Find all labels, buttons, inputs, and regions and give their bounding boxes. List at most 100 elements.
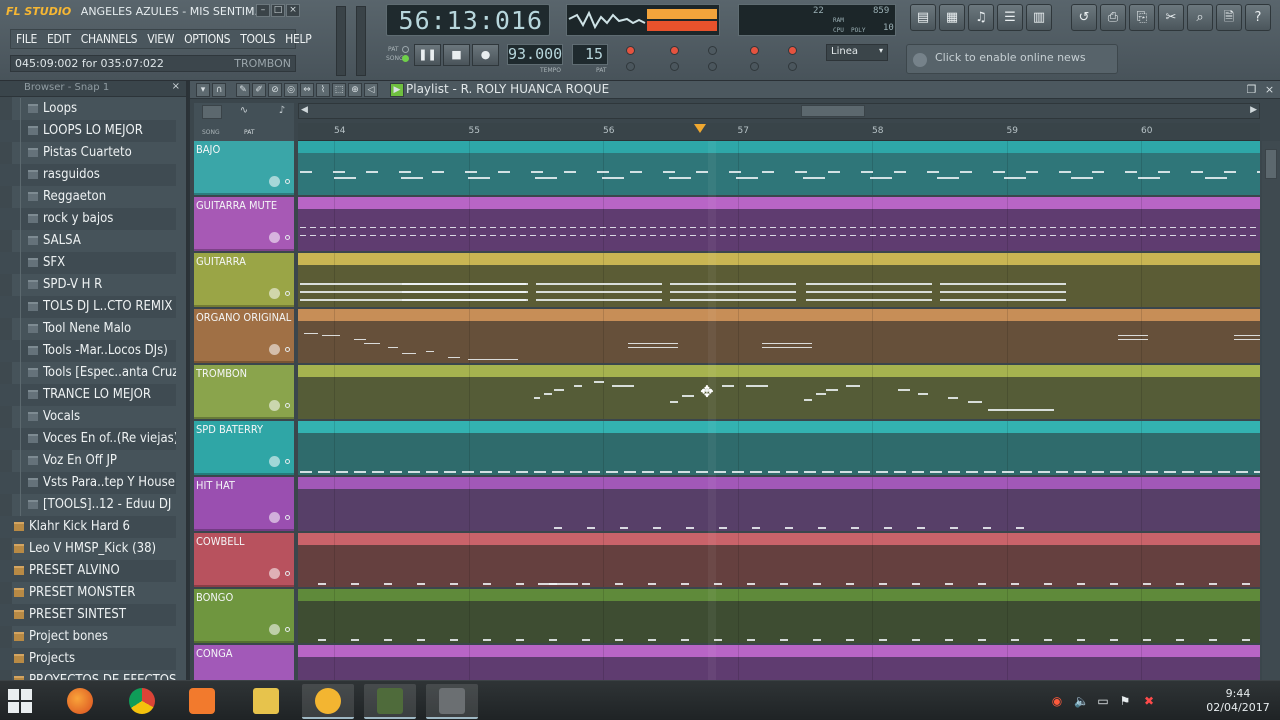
- slice-tool-icon[interactable]: ⌇: [316, 83, 330, 97]
- pattern-clip-header[interactable]: [298, 309, 1260, 321]
- app-taskbar-button-3[interactable]: [426, 684, 478, 719]
- browser-item[interactable]: SALSA: [0, 230, 176, 252]
- pattern-clip-header[interactable]: [298, 589, 1260, 601]
- start-button[interactable]: [8, 689, 32, 713]
- track-enable-icon[interactable]: [285, 291, 290, 296]
- track-enable-icon[interactable]: [285, 347, 290, 352]
- typing-keyboard-led[interactable]: [626, 62, 635, 71]
- pattern-clip-header[interactable]: [298, 197, 1260, 209]
- flag-icon[interactable]: ⚑: [1118, 694, 1132, 708]
- record-tray-icon[interactable]: ◉: [1050, 694, 1064, 708]
- chrome-taskbar-button[interactable]: [116, 684, 168, 719]
- search-icon[interactable]: ⌕: [1187, 4, 1213, 31]
- pattern-clip-header[interactable]: [298, 141, 1260, 153]
- help-icon[interactable]: ?: [1245, 4, 1271, 31]
- browser-item[interactable]: rasguidos: [0, 164, 176, 186]
- pattern-clip-header[interactable]: [298, 645, 1260, 657]
- browser-icon[interactable]: ☰: [997, 4, 1023, 31]
- browser-item[interactable]: Voz En Off JP: [0, 450, 176, 472]
- firefox-taskbar-button[interactable]: [54, 684, 106, 719]
- playhead-marker-icon[interactable]: [694, 124, 706, 133]
- loop-record-led[interactable]: [670, 62, 679, 71]
- alert-icon[interactable]: ✖: [1142, 694, 1156, 708]
- pause-button[interactable]: ❚❚: [414, 44, 441, 66]
- browser-item[interactable]: Projects: [0, 648, 176, 670]
- browser-item[interactable]: PRESET ALVINO: [0, 560, 176, 582]
- track-enable-icon[interactable]: [285, 571, 290, 576]
- track-enable-icon[interactable]: [285, 459, 290, 464]
- pattern-clip-header[interactable]: [298, 253, 1260, 265]
- piano-roll-icon[interactable]: ♫: [968, 4, 994, 31]
- pattern-clip-body[interactable]: [298, 489, 1260, 531]
- magnet-icon[interactable]: ∩: [212, 83, 226, 97]
- master-pitch-slider[interactable]: [356, 6, 366, 76]
- fl-studio-taskbar-button[interactable]: [302, 684, 354, 719]
- menu-tools[interactable]: TOOLS: [235, 30, 280, 48]
- menu-view[interactable]: VIEW: [142, 30, 179, 48]
- playlist-view-icon[interactable]: [202, 105, 222, 119]
- save-icon[interactable]: ⎙: [1100, 4, 1126, 31]
- track-header[interactable]: GUITARRA: [194, 253, 294, 307]
- browser-item[interactable]: Reggaeton: [0, 186, 176, 208]
- pattern-clip-body[interactable]: [298, 433, 1260, 475]
- browser-item[interactable]: Tools [Espec..anta Cruz: [0, 362, 176, 384]
- master-volume-slider[interactable]: [336, 6, 346, 76]
- delete-tool-icon[interactable]: ⊘: [268, 83, 282, 97]
- minimize-button[interactable]: –: [256, 4, 270, 17]
- browser-item[interactable]: Pistas Cuarteto: [0, 142, 176, 164]
- browser-item[interactable]: [TOOLS]..12 - Eduu DJ: [0, 494, 176, 516]
- close-icon[interactable]: ×: [1262, 82, 1277, 97]
- track-header[interactable]: SPD BATERRY: [194, 421, 294, 475]
- pattern-clip-header[interactable]: [298, 477, 1260, 489]
- browser-item[interactable]: Leo V HMSP_Kick (38): [0, 538, 176, 560]
- mute-tool-icon[interactable]: ◎: [284, 83, 298, 97]
- browser-item[interactable]: PROYECTOS DE EFECTOS: [0, 670, 176, 680]
- pattern-clip-body[interactable]: [298, 545, 1260, 587]
- pattern-clip-body[interactable]: [298, 601, 1260, 643]
- step-edit-led[interactable]: [750, 46, 759, 55]
- track-enable-icon[interactable]: [285, 235, 290, 240]
- track-enable-icon[interactable]: [285, 179, 290, 184]
- pattern-clip-header[interactable]: [298, 533, 1260, 545]
- scroll-left-icon[interactable]: ◀: [301, 105, 308, 115]
- track-header[interactable]: ORGANO ORIGINAL: [194, 309, 294, 363]
- menu-channels[interactable]: CHANNELS: [76, 30, 142, 48]
- playback-tool-icon[interactable]: ◁: [364, 83, 378, 97]
- track-enable-icon[interactable]: [285, 515, 290, 520]
- restore-button[interactable]: □: [271, 4, 285, 17]
- browser-item[interactable]: Project bones: [0, 626, 176, 648]
- scroll-led[interactable]: [708, 62, 717, 71]
- track-lane[interactable]: [298, 309, 1260, 363]
- stop-button[interactable]: ■: [443, 44, 470, 66]
- menu-file[interactable]: FILE: [11, 30, 42, 48]
- paint-tool-icon[interactable]: ✐: [252, 83, 266, 97]
- browser-item[interactable]: Tool Nene Malo: [0, 318, 176, 340]
- browser-item[interactable]: SPD-V H R: [0, 274, 176, 296]
- volume-icon[interactable]: 🔈: [1074, 694, 1089, 708]
- song-position-display[interactable]: 56:13:016: [386, 4, 550, 36]
- menu-edit[interactable]: EDIT: [42, 30, 76, 48]
- track-lane[interactable]: [298, 197, 1260, 251]
- zoom-tool-icon[interactable]: ⊕: [348, 83, 362, 97]
- horizontal-scroll-thumb[interactable]: [801, 105, 865, 117]
- browser-item[interactable]: rock y bajos: [0, 208, 176, 230]
- browser-item[interactable]: Vocals: [0, 406, 176, 428]
- tempo-display[interactable]: 93.000: [507, 44, 563, 65]
- pattern-clip-body[interactable]: [298, 153, 1260, 195]
- track-lane[interactable]: [298, 365, 1260, 419]
- media-player-taskbar-button[interactable]: [176, 684, 228, 719]
- track-lane[interactable]: [298, 477, 1260, 531]
- info-icon[interactable]: 🗎: [1216, 4, 1242, 31]
- network-icon[interactable]: ▭: [1096, 694, 1110, 708]
- track-header[interactable]: TROMBON: [194, 365, 294, 419]
- track-lane[interactable]: [298, 141, 1260, 195]
- undo-icon[interactable]: ↺: [1071, 4, 1097, 31]
- wait-led[interactable]: [670, 46, 679, 55]
- file-explorer-taskbar-button[interactable]: [240, 684, 292, 719]
- track-header[interactable]: BAJO: [194, 141, 294, 195]
- vertical-scrollbar[interactable]: [1262, 141, 1280, 680]
- pattern-clip-body[interactable]: [298, 321, 1260, 363]
- select-tool-icon[interactable]: ⬚: [332, 83, 346, 97]
- countdown-led[interactable]: [708, 46, 717, 55]
- snap-select[interactable]: Linea ▾: [826, 44, 888, 61]
